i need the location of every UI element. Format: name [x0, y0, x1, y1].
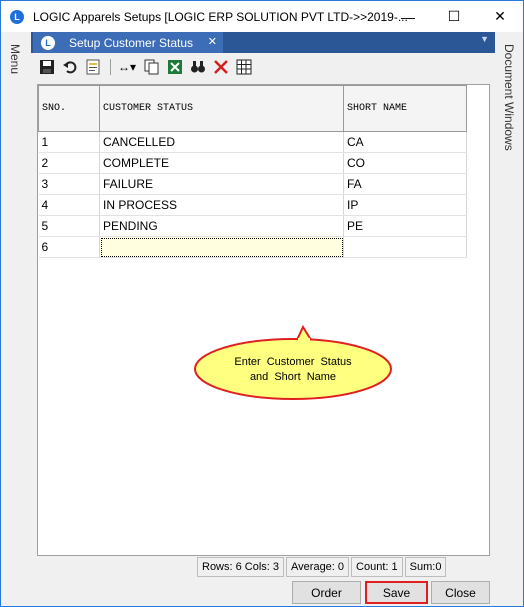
table-row[interactable]: 1 CANCELLED CA [38, 131, 467, 153]
copy-icon[interactable] [142, 57, 162, 77]
status-cell[interactable]: PENDING [99, 215, 344, 237]
title-bar: L LOGIC Apparels Setups [LOGIC ERP SOLUT… [1, 1, 523, 32]
hint-callout: Enter Customer Status and Short Name [193, 319, 393, 401]
minimize-button[interactable]: — [385, 1, 431, 32]
short-name-cell[interactable]: IP [343, 194, 467, 216]
status-rows-cols: Rows: 6 Cols: 3 [197, 557, 285, 577]
tab-overflow-icon[interactable]: ▼ [480, 34, 489, 44]
tab-label: Setup Customer Status [69, 35, 194, 50]
sno-cell[interactable]: 2 [38, 152, 100, 174]
app-window: L LOGIC Apparels Setups [LOGIC ERP SOLUT… [0, 0, 524, 607]
tab-setup-customer-status[interactable]: L Setup Customer Status ✕ [33, 32, 223, 53]
window-title: LOGIC Apparels Setups [LOGIC ERP SOLUTIO… [33, 9, 408, 24]
table-row[interactable]: 5 PENDING PE [38, 215, 467, 237]
undo-icon[interactable] [60, 57, 80, 77]
callout-text: Enter Customer Status and Short Name [223, 355, 363, 385]
menu-rail-label: Menu [8, 44, 22, 75]
save-icon[interactable] [37, 57, 57, 77]
short-name-cell[interactable]: CO [343, 152, 467, 174]
callout-line-1: Enter Customer Status [234, 356, 352, 368]
status-cell[interactable]: CANCELLED [99, 131, 344, 153]
order-button[interactable]: Order [292, 581, 361, 604]
short-name-cell[interactable]: FA [343, 173, 467, 195]
header-row: SNO. CUSTOMER STATUS SHORT NAME [38, 85, 467, 132]
callout-line-2: and Short Name [249, 371, 337, 383]
short-name-cell[interactable]: PE [343, 215, 467, 237]
status-average: Average: 0 [286, 557, 350, 577]
table-row-new[interactable]: 6 [38, 236, 467, 258]
column-header-sno[interactable]: SNO. [38, 85, 100, 132]
table-row[interactable]: 4 IN PROCESS IP [38, 194, 467, 216]
document-windows-rail[interactable]: Document Windows [495, 32, 523, 606]
excel-icon[interactable] [165, 57, 185, 77]
app-logo-icon: L [10, 9, 24, 24]
save-button[interactable]: Save [365, 581, 428, 604]
grid-icon[interactable] [234, 57, 254, 77]
column-width-icon[interactable]: ↔▾ [115, 57, 139, 77]
status-sum: Sum:0 [404, 557, 447, 577]
status-cell[interactable]: COMPLETE [99, 152, 344, 174]
short-name-cell[interactable]: CA [343, 131, 467, 153]
tab-logo-icon: L [41, 35, 55, 50]
data-grid[interactable]: SNO. CUSTOMER STATUS SHORT NAME 1 CANCEL… [37, 84, 490, 556]
toolbar: ↔▾ [31, 53, 495, 81]
tab-strip: L Setup Customer Status ✕ ▼ [31, 32, 495, 53]
column-header-customer-status[interactable]: CUSTOMER STATUS [99, 85, 344, 132]
toolbar-separator [110, 59, 111, 75]
customer-status-table: SNO. CUSTOMER STATUS SHORT NAME 1 CANCEL… [38, 85, 467, 258]
status-count: Count: 1 [351, 557, 403, 577]
close-button[interactable]: Close [431, 581, 490, 604]
document-windows-label: Document Windows [502, 44, 516, 151]
status-cell[interactable]: IN PROCESS [99, 194, 344, 216]
table-row[interactable]: 2 COMPLETE CO [38, 152, 467, 174]
sno-cell[interactable]: 1 [38, 131, 100, 153]
short-name-cell[interactable] [343, 236, 467, 258]
column-header-short-name[interactable]: SHORT NAME [343, 85, 467, 132]
sno-cell[interactable]: 3 [38, 173, 100, 195]
find-icon[interactable] [188, 57, 208, 77]
delete-icon[interactable] [211, 57, 231, 77]
status-bar: Rows: 6 Cols: 3 Average: 0 Count: 1 Sum:… [197, 557, 448, 577]
maximize-button[interactable]: ☐ [431, 1, 477, 32]
status-cell-editing[interactable] [99, 236, 344, 258]
close-window-button[interactable]: ✕ [477, 1, 523, 32]
sno-cell[interactable]: 5 [38, 215, 100, 237]
menu-rail[interactable]: Menu [1, 32, 31, 606]
table-row[interactable]: 3 FAILURE FA [38, 173, 467, 195]
status-cell[interactable]: FAILURE [99, 173, 344, 195]
sno-cell[interactable]: 4 [38, 194, 100, 216]
tab-close-icon[interactable]: ✕ [208, 35, 217, 48]
notes-icon[interactable] [83, 57, 103, 77]
sno-cell[interactable]: 6 [38, 236, 100, 258]
document-area: L Setup Customer Status ✕ ▼ ↔▾ SNO. CUST… [31, 32, 495, 606]
